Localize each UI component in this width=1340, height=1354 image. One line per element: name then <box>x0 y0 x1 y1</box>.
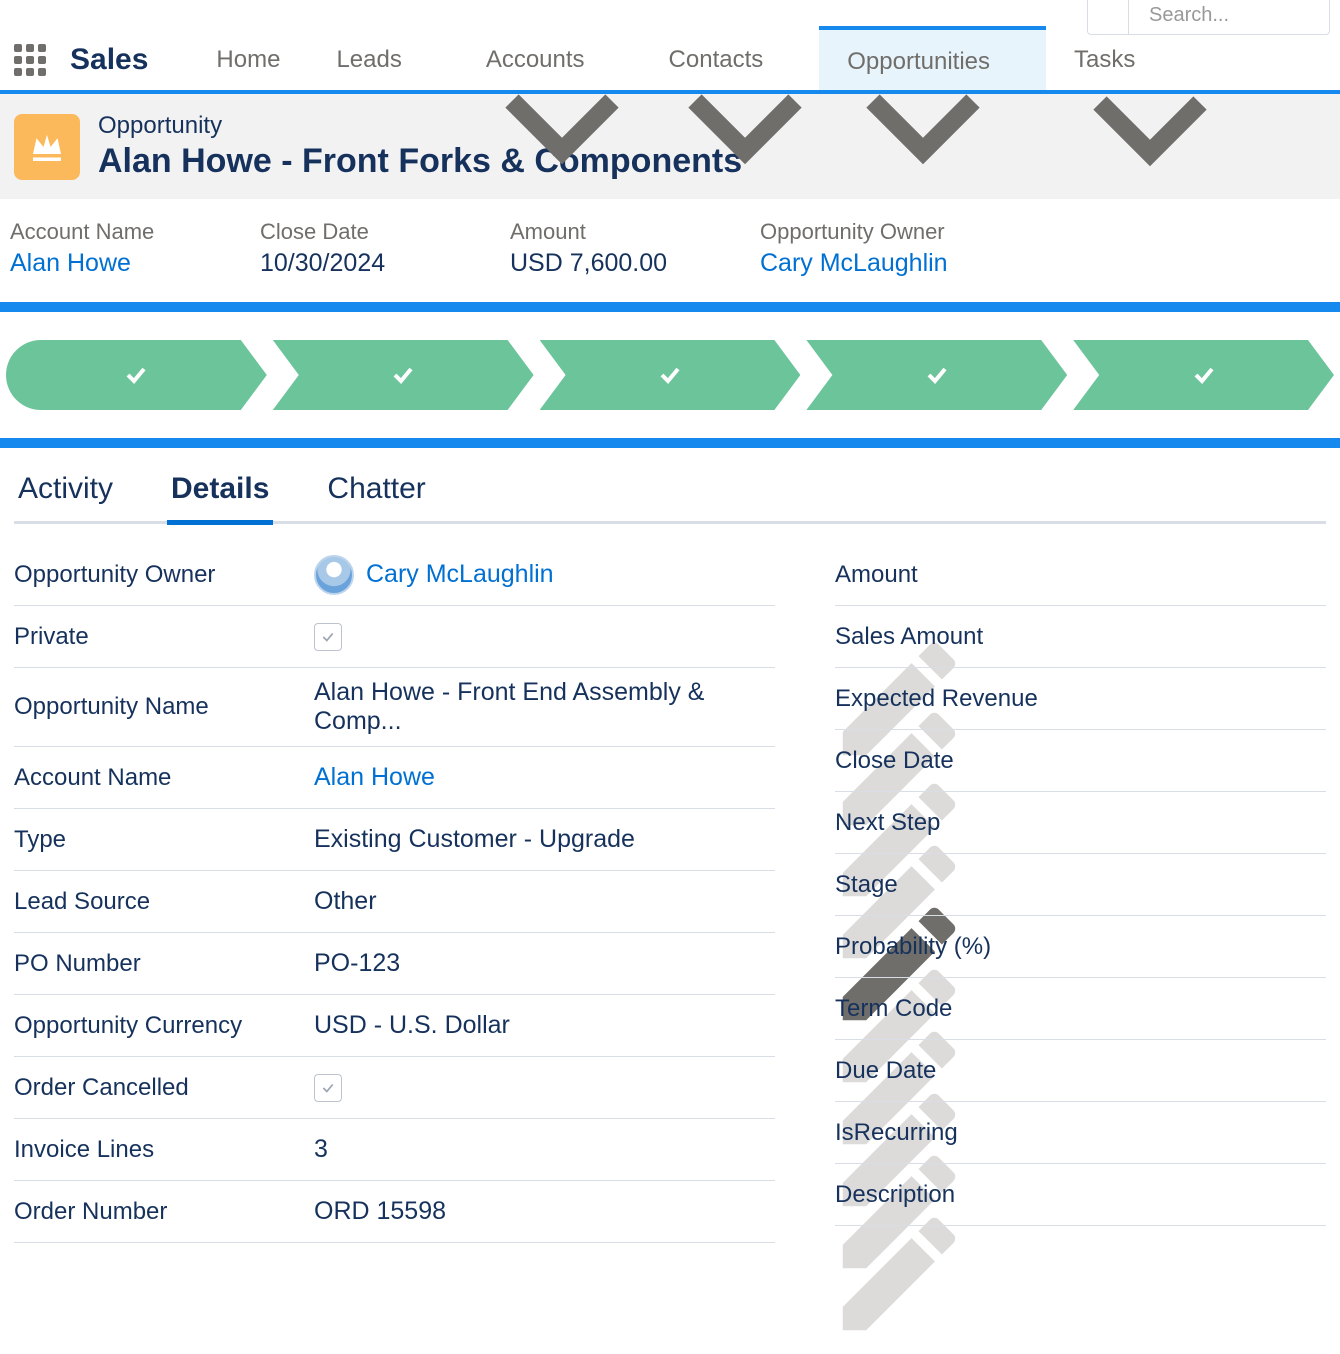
record-tabs: Activity Details Chatter <box>14 448 1326 524</box>
field-stage: Stage <box>835 854 1326 916</box>
field-due-date: Due Date <box>835 1040 1326 1102</box>
pencil-icon[interactable] <box>749 1013 775 1039</box>
summary-close-value: 10/30/2024 <box>260 249 440 278</box>
field-type: Type Existing Customer - Upgrade <box>14 809 775 871</box>
divider <box>0 438 1340 448</box>
pencil-icon[interactable] <box>749 827 775 853</box>
path-stage[interactable] <box>6 340 267 410</box>
field-account-name: Account Name Alan Howe <box>14 747 775 809</box>
summary-amount-label: Amount <box>510 219 690 245</box>
divider <box>0 302 1340 312</box>
field-sales-amount: Sales Amount <box>835 606 1326 668</box>
chevron-down-icon[interactable] <box>412 51 430 69</box>
tab-chatter[interactable]: Chatter <box>323 472 429 521</box>
checkbox <box>314 623 342 651</box>
field-opportunity-name: Opportunity Name Alan Howe - Front End A… <box>14 668 775 747</box>
app-name: Sales <box>70 43 148 77</box>
pencil-icon[interactable] <box>749 951 775 977</box>
search-scope[interactable] <box>1088 0 1129 34</box>
summary-account-value[interactable]: Alan Howe <box>10 249 190 278</box>
field-isrecurring: IsRecurring <box>835 1102 1326 1164</box>
field-term-code: Term Code <box>835 978 1326 1040</box>
path-stage[interactable] <box>806 340 1067 410</box>
pencil-icon[interactable] <box>749 694 775 720</box>
checkbox <box>314 1074 342 1102</box>
nav-opportunities[interactable]: Opportunities <box>819 26 1046 90</box>
nav-accounts[interactable]: Accounts <box>458 30 641 90</box>
summary-account-label: Account Name <box>10 219 190 245</box>
account-link[interactable]: Alan Howe <box>314 763 749 792</box>
chevron-down-icon[interactable] <box>773 51 791 69</box>
avatar-icon <box>314 555 354 595</box>
field-private: Private <box>14 606 775 668</box>
field-lead-source: Lead Source Other <box>14 871 775 933</box>
field-po-number: PO Number PO-123 <box>14 933 775 995</box>
field-expected-revenue: Expected Revenue <box>835 668 1326 730</box>
pencil-icon[interactable] <box>749 624 775 650</box>
summary-amount-value: USD 7,600.00 <box>510 249 690 278</box>
field-order-number: Order Number ORD 15598 <box>14 1181 775 1243</box>
summary-owner-value[interactable]: Cary McLaughlin <box>760 249 948 278</box>
opportunity-icon <box>14 114 80 180</box>
field-amount: Amount <box>835 544 1326 606</box>
nav-home[interactable]: Home <box>188 30 308 90</box>
tab-details[interactable]: Details <box>167 472 273 525</box>
nav-contacts[interactable]: Contacts <box>641 30 820 90</box>
search-input[interactable]: Search... <box>1129 0 1329 34</box>
summary-owner-label: Opportunity Owner <box>760 219 948 245</box>
summary-panel: Account Name Alan Howe Close Date 10/30/… <box>0 199 1340 302</box>
chevron-down-icon[interactable] <box>595 51 613 69</box>
path-stage[interactable] <box>540 340 801 410</box>
path-stage[interactable] <box>273 340 534 410</box>
pencil-icon[interactable] <box>749 1199 775 1225</box>
field-next-step: Next Step <box>835 792 1326 854</box>
app-launcher-icon[interactable] <box>10 40 50 80</box>
pencil-icon[interactable] <box>749 1075 775 1101</box>
chevron-down-icon[interactable] <box>1000 53 1018 71</box>
field-probability: Probability (%) <box>835 916 1326 978</box>
summary-close-label: Close Date <box>260 219 440 245</box>
nav-tasks[interactable]: Tasks <box>1046 30 1163 90</box>
sales-path <box>0 340 1340 410</box>
field-description: Description <box>835 1164 1326 1226</box>
path-stage[interactable] <box>1073 340 1334 410</box>
owner-link[interactable]: Cary McLaughlin <box>366 560 554 589</box>
field-close-date: Close Date <box>835 730 1326 792</box>
navigation-bar: Sales Home Leads Accounts Contacts Oppor… <box>0 30 1340 94</box>
pencil-icon[interactable] <box>749 889 775 915</box>
field-order-cancelled: Order Cancelled <box>14 1057 775 1119</box>
tab-activity[interactable]: Activity <box>14 472 117 521</box>
field-opportunity-owner: Opportunity Owner Cary McLaughlin <box>14 544 775 606</box>
pencil-icon[interactable] <box>749 765 775 791</box>
nav-leads[interactable]: Leads <box>308 30 457 90</box>
pencil-icon[interactable] <box>749 1137 775 1163</box>
field-invoice-lines: Invoice Lines 3 <box>14 1119 775 1181</box>
field-currency: Opportunity Currency USD - U.S. Dollar <box>14 995 775 1057</box>
